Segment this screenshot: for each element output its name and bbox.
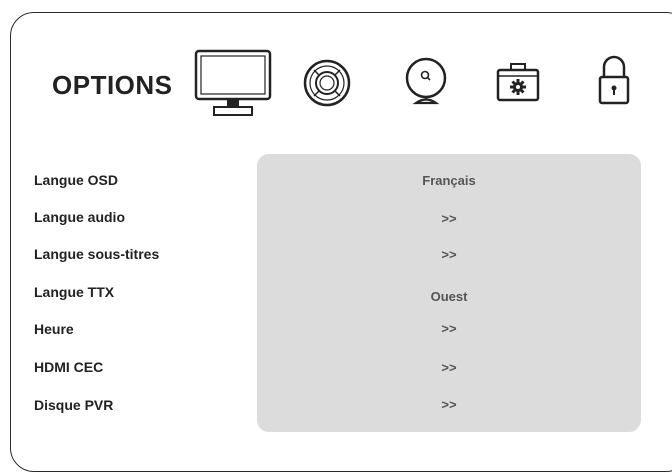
setting-value-audio-language[interactable]: >> <box>257 211 641 226</box>
padlock-icon[interactable] <box>597 53 631 107</box>
setting-value-pvr-disk[interactable]: >> <box>257 397 641 412</box>
satellite-dish-icon[interactable] <box>402 56 450 114</box>
setting-value-hdmi-cec[interactable]: >> <box>257 360 641 375</box>
setting-value-ttx-language[interactable]: Ouest <box>257 289 641 304</box>
setting-value-time[interactable]: >> <box>257 321 641 336</box>
setting-value-osd-language[interactable]: Français <box>257 173 641 188</box>
setting-label-ttx-language[interactable]: Langue TTX <box>34 284 114 300</box>
toolbox-gear-icon[interactable] <box>494 61 542 103</box>
setting-label-time[interactable]: Heure <box>34 321 74 337</box>
setting-label-osd-language[interactable]: Langue OSD <box>34 172 118 188</box>
tv-icon[interactable] <box>194 49 272 119</box>
setting-label-subtitle-language[interactable]: Langue sous-titres <box>34 246 159 262</box>
setting-label-audio-language[interactable]: Langue audio <box>34 209 125 225</box>
remote-control-icon[interactable] <box>303 59 351 107</box>
page-title: OPTIONS <box>52 70 173 100</box>
setting-label-hdmi-cec[interactable]: HDMI CEC <box>34 359 103 375</box>
setting-value-subtitle-language[interactable]: >> <box>257 247 641 262</box>
setting-label-pvr-disk[interactable]: Disque PVR <box>34 397 113 413</box>
